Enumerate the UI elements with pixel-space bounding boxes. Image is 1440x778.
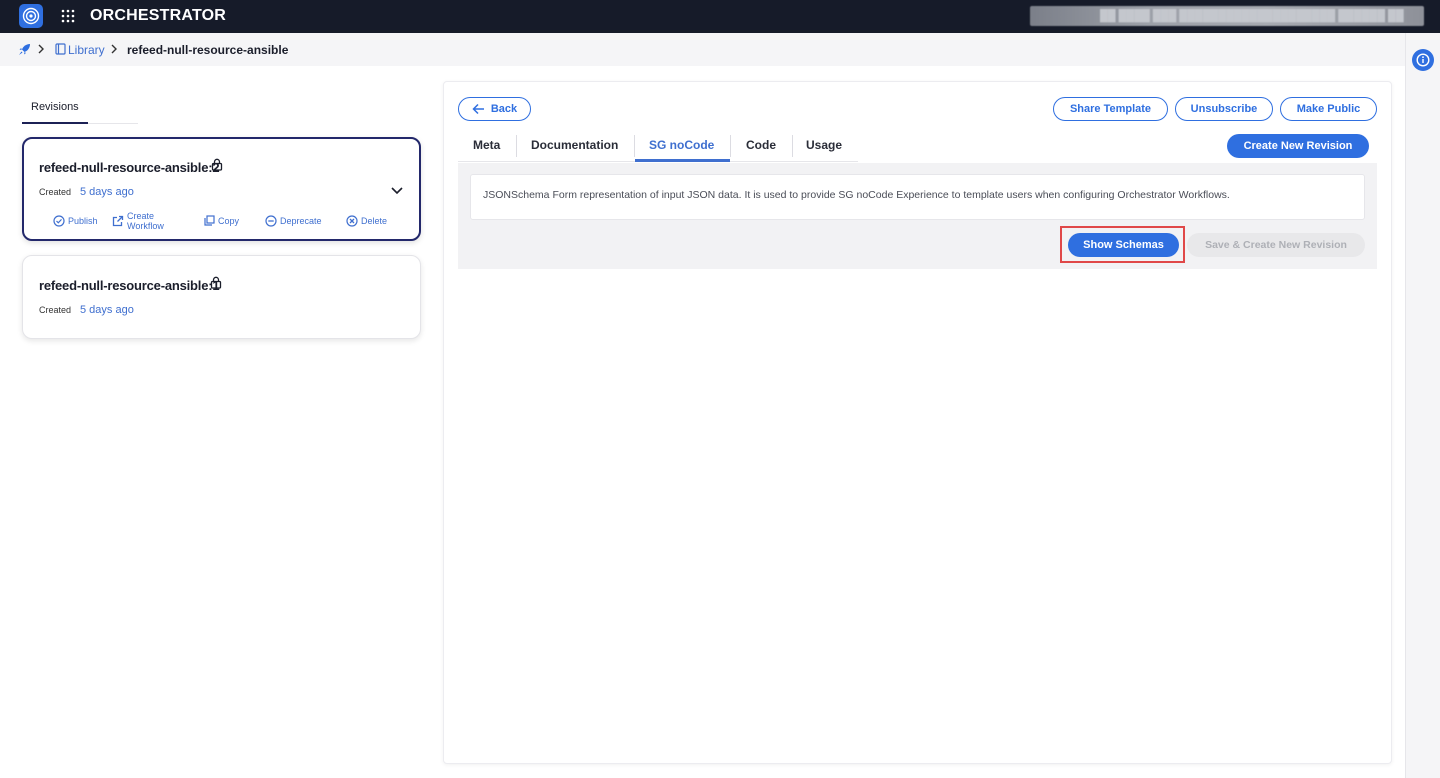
tab-usage[interactable]: Usage: [806, 138, 842, 152]
tab-sg-nocode[interactable]: SG noCode: [649, 138, 714, 152]
chevron-right-icon: [111, 44, 117, 54]
tab-revisions[interactable]: Revisions: [31, 101, 79, 113]
arrow-left-icon: [472, 103, 484, 115]
show-schemas-button[interactable]: Show Schemas: [1068, 233, 1179, 257]
rocket-icon[interactable]: [18, 43, 31, 56]
info-icon: [1416, 53, 1430, 67]
tab-divider: [792, 135, 793, 157]
revision-card[interactable]: [22, 255, 421, 339]
tab-divider: [730, 135, 731, 157]
create-workflow-label-1: Create: [127, 211, 155, 221]
revision-name: refeed-null-resource-ansible:1: [39, 278, 220, 293]
revision-name: refeed-null-resource-ansible:2: [39, 160, 220, 175]
deprecate-button[interactable]: Deprecate: [265, 215, 322, 227]
lock-icon: [210, 276, 222, 289]
created-value: 5 days ago: [80, 186, 134, 198]
check-circle-icon: [53, 215, 65, 227]
active-tab-indicator: [635, 159, 730, 162]
app-title: ORCHESTRATOR: [90, 7, 227, 24]
breadcrumb-current: refeed-null-resource-ansible: [127, 43, 289, 57]
copy-icon: [204, 215, 215, 226]
orchestrator-logo[interactable]: [19, 4, 43, 28]
create-workflow-label-2: Workflow: [127, 221, 164, 231]
share-template-button[interactable]: Share Template: [1053, 97, 1168, 121]
create-workflow-button[interactable]: Create Workflow: [112, 211, 164, 231]
apps-grid-icon[interactable]: [61, 9, 75, 23]
tab-revisions-underline: [22, 122, 88, 124]
make-public-button[interactable]: Make Public: [1280, 97, 1377, 121]
minus-circle-icon: [265, 215, 277, 227]
created-label: Created: [39, 187, 72, 197]
tab-divider-line: [88, 123, 138, 124]
breadcrumb-library-link[interactable]: Library: [68, 43, 105, 57]
tab-meta[interactable]: Meta: [473, 138, 500, 152]
lock-icon: [211, 158, 223, 171]
publish-label: Publish: [68, 216, 98, 226]
delete-label: Delete: [361, 216, 388, 226]
chevron-down-icon[interactable]: [390, 186, 404, 196]
external-link-icon: [112, 215, 124, 227]
user-account-info[interactable]: ██ ████ ███ ████████████████████ ██████ …: [1030, 6, 1424, 26]
right-rail: [1405, 33, 1440, 778]
save-create-revision-button[interactable]: Save & Create New Revision: [1187, 233, 1365, 257]
library-icon: [55, 43, 66, 55]
chevron-right-icon: [38, 44, 44, 54]
copy-label: Copy: [218, 215, 240, 226]
tab-divider: [516, 135, 517, 157]
created-value: 5 days ago: [80, 304, 134, 316]
logo-icon: [22, 7, 40, 25]
tab-documentation[interactable]: Documentation: [531, 138, 618, 152]
back-button[interactable]: Back: [458, 97, 531, 121]
x-circle-icon: [346, 215, 358, 227]
copy-button[interactable]: Copy: [204, 215, 239, 226]
description-text: JSONSchema Form representation of input …: [483, 189, 1230, 201]
back-label: Back: [490, 103, 518, 115]
tab-divider: [634, 135, 635, 157]
delete-button[interactable]: Delete: [346, 215, 387, 227]
unsubscribe-button[interactable]: Unsubscribe: [1175, 97, 1273, 121]
created-label: Created: [39, 305, 72, 315]
deprecate-label: Deprecate: [280, 216, 322, 226]
create-new-revision-button[interactable]: Create New Revision: [1227, 134, 1369, 158]
publish-button[interactable]: Publish: [53, 215, 98, 227]
info-button[interactable]: [1412, 49, 1434, 71]
tab-code[interactable]: Code: [746, 138, 776, 152]
